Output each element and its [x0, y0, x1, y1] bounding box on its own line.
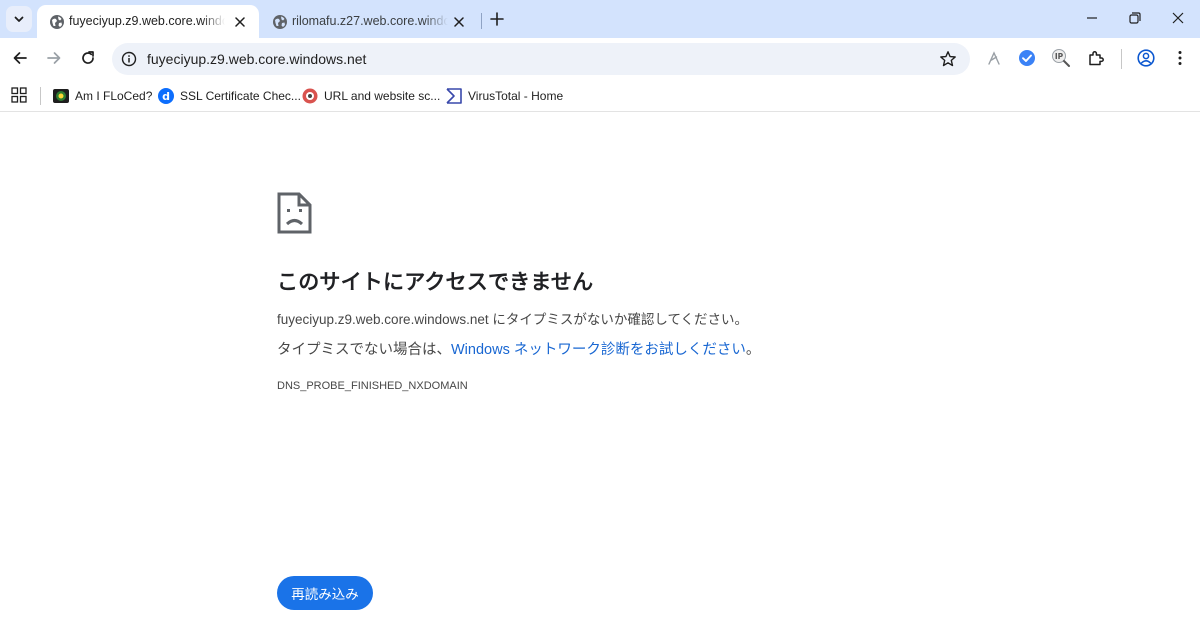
- toolbar: fuyeciyup.z9.web.core.windows.net IP: [0, 38, 1200, 80]
- sad-page-icon: [277, 192, 312, 234]
- tab-search-button[interactable]: [6, 6, 32, 32]
- error-title: このサイトにアクセスできません: [277, 271, 594, 294]
- back-button[interactable]: [5, 43, 35, 73]
- star-icon[interactable]: [939, 50, 957, 68]
- close-icon: [1172, 12, 1184, 24]
- arrow-left-icon: [13, 52, 27, 64]
- extension-button[interactable]: [984, 48, 1004, 68]
- diagnostics-suffix: 。: [745, 342, 761, 358]
- arrow-right-icon: [47, 52, 61, 64]
- reload-button[interactable]: 再読み込み: [277, 576, 373, 610]
- bookmark-ssl-certificate[interactable]: d SSL Certificate Chec...: [158, 86, 301, 106]
- url-text[interactable]: fuyeciyup.z9.web.core.windows.net: [147, 51, 366, 67]
- digicert-icon: d: [158, 88, 174, 104]
- apps-grid-icon[interactable]: [11, 87, 27, 103]
- minimize-button[interactable]: [1070, 4, 1114, 32]
- window-close-button[interactable]: [1156, 4, 1200, 32]
- urlscan-icon: [302, 88, 318, 104]
- menu-button[interactable]: [1170, 48, 1190, 68]
- bookmark-label: URL and website sc...: [324, 89, 441, 103]
- diagnostics-prefix: タイプミスでない場合は、: [277, 342, 451, 358]
- reload-toolbar-button[interactable]: [73, 43, 103, 73]
- tab-title: fuyeciyup.z9.web.core.windows.net: [69, 14, 225, 28]
- forward-button[interactable]: [39, 43, 69, 73]
- tab-divider: [481, 13, 482, 29]
- tab-strip: fuyeciyup.z9.web.core.windows.net riloma…: [0, 0, 1200, 38]
- globe-icon: [273, 15, 287, 29]
- bookmark-label: SSL Certificate Chec...: [180, 89, 301, 103]
- bookmark-label: Am I FLoCed?: [75, 89, 153, 103]
- profile-button[interactable]: [1136, 48, 1156, 68]
- error-diagnostics-message: タイプミスでない場合は、Windows ネットワーク診断をお試しください。: [277, 341, 760, 359]
- bookmark-label: VirusTotal - Home: [468, 89, 564, 103]
- tab-inactive[interactable]: rilomafu.z27.web.core.windows.net: [260, 5, 478, 38]
- check-shield-icon: [1019, 50, 1035, 66]
- virustotal-icon: [446, 88, 462, 104]
- bookmarks-bar: Am I FLoCed? d SSL Certificate Chec... U…: [0, 80, 1200, 112]
- error-typo-message: fuyeciyup.z9.web.core.windows.net にタイプミス…: [277, 312, 749, 327]
- close-tab-button[interactable]: [451, 14, 467, 30]
- toolbar-divider: [1121, 49, 1122, 69]
- floc-icon: [53, 89, 69, 103]
- close-icon: [235, 17, 245, 27]
- close-icon: [454, 17, 464, 27]
- new-tab-button[interactable]: [486, 8, 508, 30]
- tab-active[interactable]: fuyeciyup.z9.web.core.windows.net: [37, 5, 259, 38]
- error-code: DNS_PROBE_FINISHED_NXDOMAIN: [277, 380, 468, 392]
- tab-title: rilomafu.z27.web.core.windows.net: [292, 14, 448, 28]
- extension-button[interactable]: [1017, 48, 1037, 68]
- extensions-menu-button[interactable]: [1086, 48, 1106, 68]
- bookmark-urlscan[interactable]: URL and website sc...: [302, 86, 440, 106]
- info-icon[interactable]: [121, 51, 137, 67]
- bookmarks-divider: [40, 87, 41, 105]
- close-tab-button[interactable]: [232, 14, 248, 30]
- more-vert-icon: [1178, 51, 1182, 65]
- address-bar[interactable]: fuyeciyup.z9.web.core.windows.net: [112, 43, 970, 75]
- network-diagnostics-link[interactable]: Windows ネットワーク診断をお試しください: [451, 342, 746, 358]
- globe-icon: [50, 15, 64, 29]
- minimize-icon: [1087, 17, 1097, 19]
- plus-icon: [490, 12, 504, 26]
- bookmark-am-i-floced[interactable]: Am I FLoCed?: [53, 86, 152, 106]
- restore-button[interactable]: [1113, 4, 1157, 32]
- extension-icon: [988, 51, 1000, 65]
- svg-text:d: d: [162, 90, 170, 103]
- svg-text:IP: IP: [1055, 52, 1064, 61]
- ip-lookup-icon: IP: [1052, 49, 1070, 67]
- extension-button[interactable]: IP: [1051, 48, 1071, 68]
- refresh-icon: [82, 51, 94, 64]
- bookmark-virustotal[interactable]: VirusTotal - Home: [446, 86, 563, 106]
- restore-icon: [1129, 12, 1141, 24]
- account-icon: [1137, 49, 1155, 67]
- puzzle-icon: [1089, 51, 1104, 66]
- chevron-down-icon: [14, 16, 24, 22]
